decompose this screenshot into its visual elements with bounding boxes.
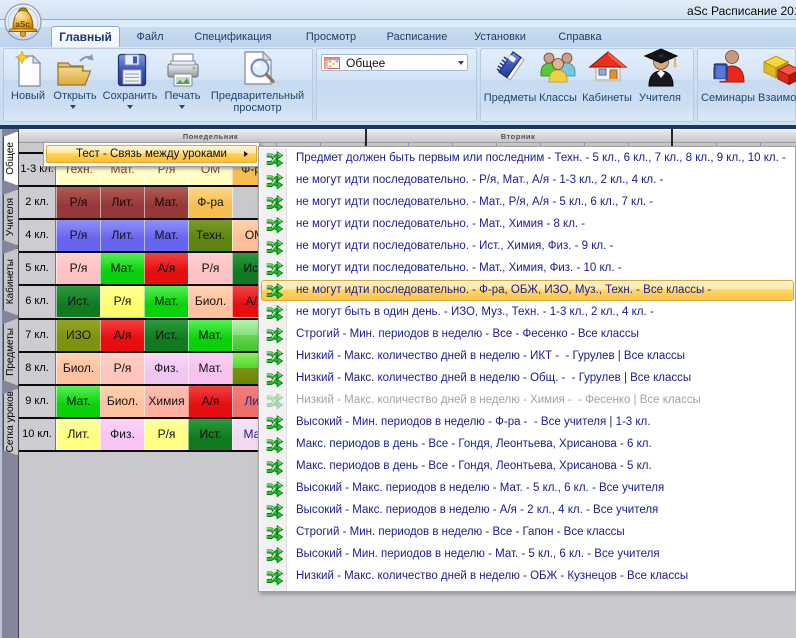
svg-text:aSc: aSc — [16, 20, 31, 29]
